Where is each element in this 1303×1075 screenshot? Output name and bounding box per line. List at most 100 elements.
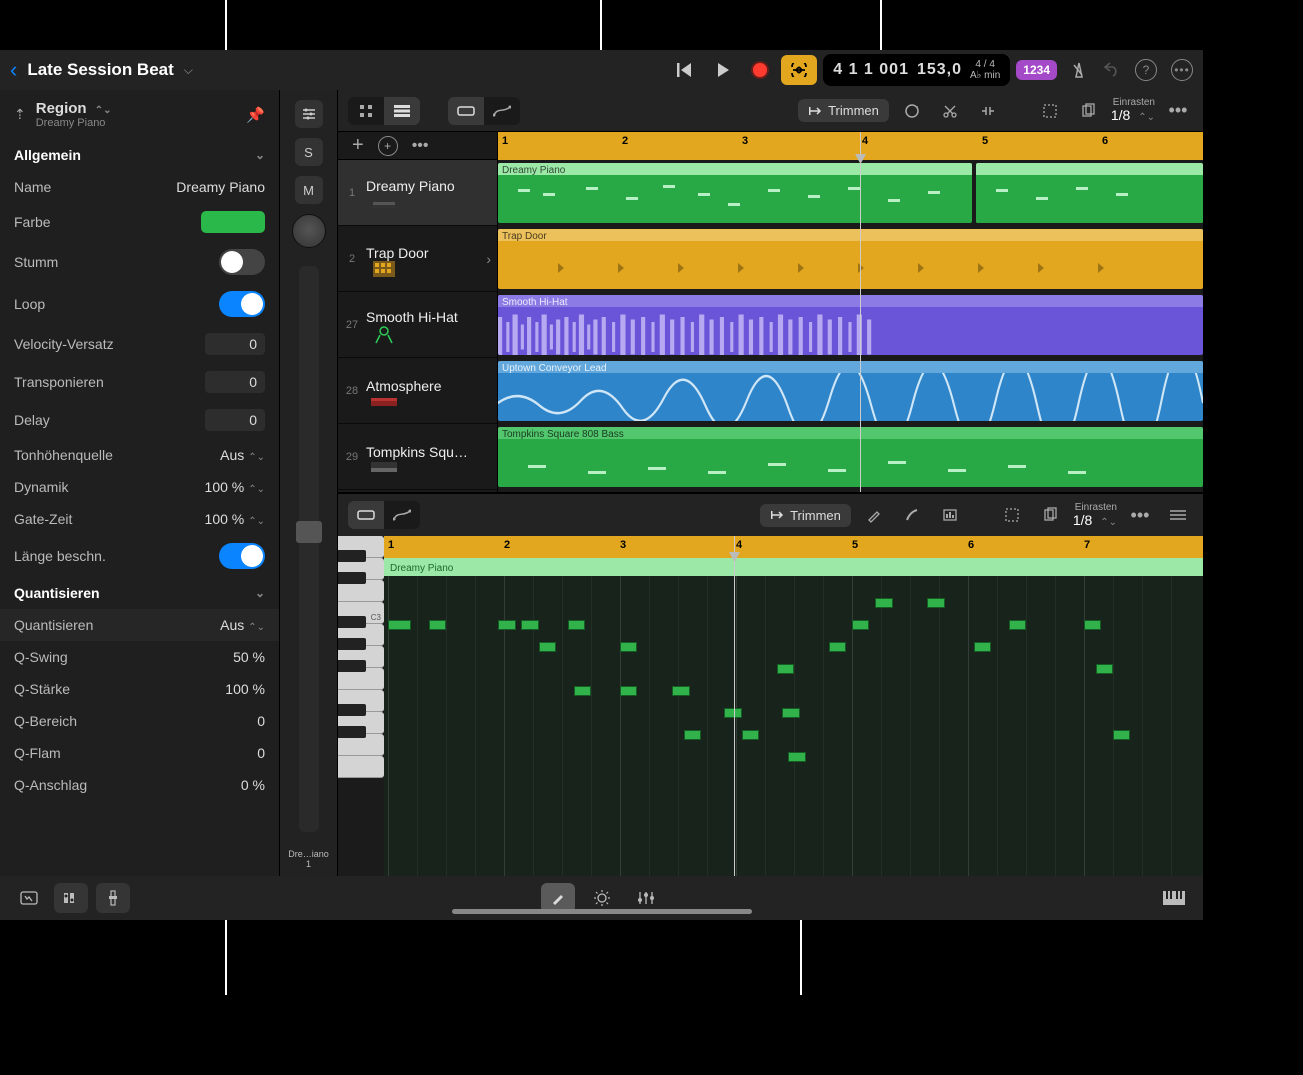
velocity-icon[interactable]: [935, 501, 965, 529]
loop-tool-icon[interactable]: [897, 97, 927, 125]
region-atmosphere[interactable]: Uptown Conveyor Lead: [498, 361, 1203, 421]
playhead[interactable]: [860, 132, 861, 492]
brush-icon[interactable]: [897, 501, 927, 529]
display-mode-button[interactable]: 1234: [1016, 60, 1057, 80]
cliplen-toggle[interactable]: [219, 543, 265, 569]
dynamics-value[interactable]: 100 %⌃⌄: [205, 479, 265, 495]
midi-note[interactable]: [684, 730, 701, 740]
midi-note[interactable]: [852, 620, 869, 630]
qrange-value[interactable]: 0: [205, 713, 265, 729]
section-quantize-label[interactable]: Quantisieren: [14, 585, 100, 601]
list-view-button[interactable]: [384, 97, 420, 125]
filter-icon[interactable]: [295, 100, 323, 128]
cycle-button[interactable]: [781, 55, 817, 85]
scissors-icon[interactable]: [935, 97, 965, 125]
delay-value[interactable]: 0: [205, 409, 265, 431]
duplicate-track-button[interactable]: +: [378, 136, 398, 156]
pin-icon[interactable]: 📌: [246, 106, 265, 124]
fader-button[interactable]: [96, 883, 130, 913]
midi-note[interactable]: [974, 642, 991, 652]
toolbar-more-icon[interactable]: •••: [1163, 97, 1193, 125]
midi-note[interactable]: [829, 642, 846, 652]
keyboard-button[interactable]: [1157, 883, 1191, 913]
midi-note[interactable]: [777, 664, 794, 674]
velocity-value[interactable]: 0: [205, 333, 265, 355]
midi-note[interactable]: [742, 730, 759, 740]
editor-region-strip[interactable]: Dreamy Piano: [384, 558, 1203, 576]
inspector-up-icon[interactable]: ⇡: [14, 106, 26, 123]
editor-copy-icon[interactable]: [1035, 501, 1065, 529]
track-header[interactable]: 2 Trap Door ›: [338, 226, 497, 292]
piano-keyboard[interactable]: C3: [338, 536, 384, 876]
qflam-value[interactable]: 0: [205, 745, 265, 761]
join-icon[interactable]: [973, 97, 1003, 125]
piano-roll-grid[interactable]: 1 2 3 4 5 6 7 Dreamy Piano: [384, 536, 1203, 876]
gate-value[interactable]: 100 %⌃⌄: [205, 511, 265, 527]
mute-button[interactable]: M: [295, 176, 323, 204]
pan-knob[interactable]: [292, 214, 326, 248]
regions-button[interactable]: [448, 97, 484, 125]
trim-button[interactable]: Trimmen: [798, 99, 889, 122]
editor-snap-display[interactable]: Einrasten 1/8 ⌃⌄: [1073, 502, 1117, 528]
name-value[interactable]: Dreamy Piano: [176, 179, 265, 195]
midi-note[interactable]: [927, 598, 944, 608]
project-menu-chevron-icon[interactable]: ⌵: [184, 63, 193, 78]
track-more-icon[interactable]: •••: [412, 137, 429, 155]
back-button[interactable]: ‹: [10, 57, 17, 83]
editor-ruler[interactable]: 1 2 3 4 5 6 7: [384, 536, 1203, 558]
snap-display[interactable]: Einrasten 1/8 ⌃⌄: [1111, 97, 1155, 123]
color-swatch[interactable]: [201, 211, 265, 233]
track-header[interactable]: 27 Smooth Hi-Hat: [338, 292, 497, 358]
section-general-label[interactable]: Allgemein: [14, 147, 81, 163]
midi-note[interactable]: [1113, 730, 1130, 740]
pitchsrc-value[interactable]: Aus⌃⌄: [205, 447, 265, 463]
midi-note[interactable]: [782, 708, 799, 718]
qswing-value[interactable]: 50 %: [205, 649, 265, 665]
notes-view-button[interactable]: [348, 501, 384, 529]
marquee-icon[interactable]: [1035, 97, 1065, 125]
editor-playhead[interactable]: [734, 536, 735, 876]
copy-icon[interactable]: [1073, 97, 1103, 125]
qvel-value[interactable]: 0 %: [205, 777, 265, 793]
automation-view-button[interactable]: [384, 501, 420, 529]
editor-more-icon[interactable]: •••: [1125, 501, 1155, 529]
midi-note[interactable]: [539, 642, 556, 652]
metronome-button[interactable]: [1063, 55, 1095, 85]
undo-button[interactable]: [1101, 59, 1121, 81]
more-menu-button[interactable]: •••: [1171, 59, 1193, 81]
project-title[interactable]: Late Session Beat: [27, 60, 173, 80]
midi-note[interactable]: [1009, 620, 1026, 630]
midi-note[interactable]: [498, 620, 515, 630]
midi-note[interactable]: [521, 620, 538, 630]
track-header[interactable]: 1 Dreamy Piano: [338, 160, 497, 226]
timeline[interactable]: 1 2 3 4 5 6 Dreamy Piano: [498, 132, 1203, 492]
bar-ruler[interactable]: 1 2 3 4 5 6: [498, 132, 1203, 160]
play-button[interactable]: [707, 55, 739, 85]
region-trap-door[interactable]: Trap Door: [498, 229, 1203, 289]
mixer-button[interactable]: [54, 883, 88, 913]
solo-button[interactable]: S: [295, 138, 323, 166]
editor-list-icon[interactable]: [1163, 501, 1193, 529]
quantize-value[interactable]: Aus⌃⌄: [205, 617, 265, 633]
browser-button[interactable]: [12, 883, 46, 913]
region-hihat[interactable]: Smooth Hi-Hat: [498, 295, 1203, 355]
region-dreamy-piano[interactable]: Dreamy Piano: [498, 163, 972, 223]
midi-note[interactable]: [429, 620, 446, 630]
track-header[interactable]: 28 Atmosphere: [338, 358, 497, 424]
disclosure-icon[interactable]: ›: [486, 251, 491, 267]
note-grid[interactable]: [384, 576, 1203, 876]
record-button[interactable]: [745, 55, 775, 85]
editor-marquee-icon[interactable]: [997, 501, 1027, 529]
lcd-display[interactable]: 4 1 1 001 153,0 4 / 4 A♭ min: [823, 54, 1010, 86]
go-to-start-button[interactable]: [669, 55, 701, 85]
midi-note[interactable]: [388, 620, 411, 630]
track-header[interactable]: 29 Tompkins Squ…: [338, 424, 497, 490]
editor-trim-button[interactable]: Trimmen: [760, 504, 851, 527]
midi-note[interactable]: [574, 686, 591, 696]
midi-note[interactable]: [1084, 620, 1101, 630]
pencil-icon[interactable]: [859, 501, 889, 529]
mute-toggle[interactable]: [219, 249, 265, 275]
midi-note[interactable]: [620, 686, 637, 696]
midi-note[interactable]: [672, 686, 689, 696]
region-dreamy-piano-loop[interactable]: [976, 163, 1203, 223]
